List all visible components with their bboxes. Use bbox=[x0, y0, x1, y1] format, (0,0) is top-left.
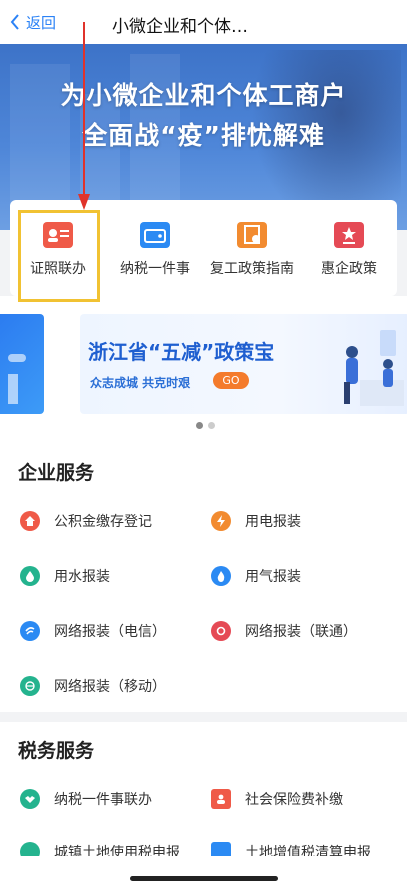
service-network-telecom[interactable]: 网络报装（电信） bbox=[20, 619, 166, 643]
document-star-icon bbox=[334, 222, 364, 248]
service-electricity[interactable]: 用电报装 bbox=[211, 509, 301, 533]
service-label: 用气报装 bbox=[245, 569, 301, 585]
hero-title-line1: 为小微企业和个体工商户 bbox=[60, 81, 347, 110]
service-network-mobile[interactable]: 网络报装（移动） bbox=[20, 674, 166, 698]
carousel-dot-active[interactable] bbox=[196, 422, 203, 429]
quick-link-policy-guide[interactable]: 复工政策指南 bbox=[204, 200, 300, 296]
back-label: 返回 bbox=[26, 13, 57, 32]
service-label: 用电报装 bbox=[245, 514, 301, 530]
service-water[interactable]: 用水报装 bbox=[20, 564, 110, 588]
service-network-unicom[interactable]: 网络报装（联通） bbox=[211, 619, 357, 643]
service-label: 网络报装（电信） bbox=[54, 624, 166, 640]
enterprise-services-section: 企业服务 公积金缴存登记 用电报装 用水报装 用气报装 网络报装（电信） 网络报… bbox=[0, 444, 407, 712]
previous-banner-card[interactable] bbox=[0, 314, 44, 414]
house-icon bbox=[20, 511, 40, 531]
service-social-insurance[interactable]: 社会保险费补缴 bbox=[211, 787, 343, 811]
hero-title-line2: 全面战“疫”排忧解难 bbox=[82, 121, 325, 150]
insurance-icon bbox=[211, 789, 231, 809]
section-title: 税务服务 bbox=[18, 740, 95, 762]
service-label: 网络报装（联通） bbox=[245, 624, 357, 640]
telecom-icon bbox=[20, 621, 40, 641]
carousel-dot[interactable] bbox=[208, 422, 215, 429]
tax-services-section: 税务服务 纳税一件事联办 社会保险费补缴 城镇土地使用税申报 土地增值税清算申报 bbox=[0, 722, 407, 862]
quick-link-label: 纳税一件事 bbox=[120, 261, 190, 277]
water-drop-icon bbox=[20, 566, 40, 586]
banner-carousel[interactable]: 浙江省“五减”政策宝 众志成城 共克时艰 GO bbox=[0, 296, 407, 444]
quick-link-benefit-policy[interactable]: 惠企政策 bbox=[301, 200, 397, 296]
banner-illustration bbox=[344, 330, 404, 406]
service-label: 纳税一件事联办 bbox=[54, 792, 152, 808]
quick-link-tax[interactable]: 纳税一件事 bbox=[107, 200, 203, 296]
mobile-icon bbox=[20, 676, 40, 696]
policy-banner[interactable]: 浙江省“五减”政策宝 众志成城 共克时艰 GO bbox=[80, 314, 407, 414]
service-gas[interactable]: 用气报装 bbox=[211, 564, 301, 588]
service-tax-joint[interactable]: 纳税一件事联办 bbox=[20, 787, 152, 811]
section-title: 企业服务 bbox=[18, 462, 95, 484]
unicom-icon bbox=[211, 621, 231, 641]
page-title: 小微企业和个体… bbox=[112, 17, 248, 37]
annotation-arrow bbox=[78, 22, 90, 210]
banner-title: 浙江省“五减”政策宝 bbox=[88, 340, 275, 364]
service-label: 社会保险费补缴 bbox=[245, 792, 343, 808]
bottom-safe-area bbox=[0, 856, 407, 888]
flame-icon bbox=[211, 566, 231, 586]
service-housing-fund[interactable]: 公积金缴存登记 bbox=[20, 509, 152, 533]
highlight-box bbox=[18, 210, 100, 302]
home-indicator[interactable] bbox=[130, 876, 278, 881]
certificate-icon bbox=[237, 222, 267, 248]
quick-link-label: 复工政策指南 bbox=[210, 261, 294, 277]
go-button[interactable]: GO bbox=[213, 372, 249, 389]
service-label: 网络报装（移动） bbox=[54, 679, 166, 695]
service-label: 用水报装 bbox=[54, 569, 110, 585]
service-label: 公积金缴存登记 bbox=[54, 514, 152, 530]
handshake-icon bbox=[20, 789, 40, 809]
nav-bar: 返回 小微企业和个体… bbox=[0, 0, 407, 44]
chevron-left-icon bbox=[10, 14, 19, 30]
wallet-icon bbox=[140, 222, 170, 248]
quick-link-label: 惠企政策 bbox=[321, 261, 377, 277]
lightning-icon bbox=[211, 511, 231, 531]
banner-subtitle: 众志成城 共克时艰 bbox=[90, 376, 191, 390]
back-button[interactable]: 返回 bbox=[10, 10, 56, 34]
